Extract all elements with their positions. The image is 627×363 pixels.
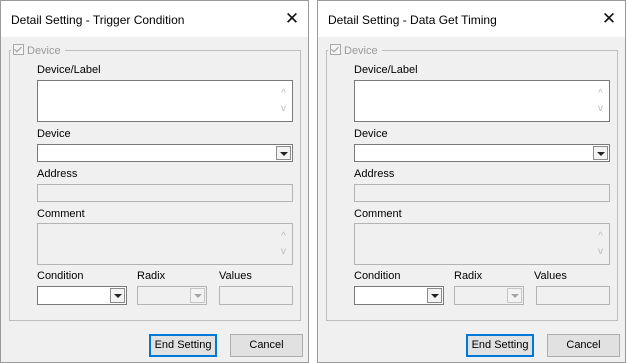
device-label-caption: Device/Label [37, 64, 101, 76]
condition-caption: Condition [37, 270, 84, 282]
device-group-label: Device [344, 45, 378, 57]
radix-caption: Radix [137, 270, 166, 282]
radix-dropdown[interactable] [137, 286, 207, 305]
comment-textarea[interactable]: ^ v [354, 223, 610, 265]
device-label-textarea[interactable]: ^ v [37, 80, 293, 122]
device-group-header: Device [11, 44, 65, 57]
trigger-condition-dialog: Detail Setting - Trigger Condition ✕ Dev… [0, 0, 309, 363]
close-icon[interactable]: ✕ [279, 7, 305, 31]
chevron-up-icon[interactable]: ^ [279, 89, 288, 99]
address-field[interactable] [354, 184, 610, 202]
end-setting-button[interactable]: End Setting [149, 334, 217, 357]
chevron-down-icon[interactable]: v [279, 247, 288, 257]
title-bar: Detail Setting - Data Get Timing ✕ [318, 1, 625, 37]
close-icon[interactable]: ✕ [596, 7, 622, 31]
condition-caption: Condition [354, 270, 401, 282]
values-caption: Values [219, 270, 252, 282]
radix-dropdown[interactable] [454, 286, 524, 305]
chevron-up-icon[interactable]: ^ [279, 232, 288, 242]
address-field[interactable] [37, 184, 293, 202]
dropdown-arrow-icon[interactable] [276, 146, 291, 160]
radix-caption: Radix [454, 270, 483, 282]
values-caption: Values [534, 270, 567, 282]
dialog-title: Detail Setting - Trigger Condition [11, 13, 185, 27]
address-caption: Address [354, 168, 395, 180]
values-field[interactable] [536, 286, 610, 305]
comment-caption: Comment [37, 208, 85, 220]
dialog-title: Detail Setting - Data Get Timing [328, 13, 497, 27]
end-setting-button[interactable]: End Setting [466, 334, 534, 357]
condition-dropdown[interactable] [354, 286, 444, 305]
condition-dropdown[interactable] [37, 286, 127, 305]
chevron-down-icon[interactable]: v [279, 104, 288, 114]
values-field[interactable] [219, 286, 293, 305]
dropdown-arrow-icon[interactable] [190, 288, 205, 303]
dropdown-arrow-icon[interactable] [110, 288, 125, 303]
chevron-down-icon[interactable]: v [596, 104, 605, 114]
chevron-up-icon[interactable]: ^ [596, 232, 605, 242]
checkbox-checked-icon[interactable] [13, 44, 24, 55]
comment-textarea[interactable]: ^ v [37, 223, 293, 265]
checkbox-checked-icon[interactable] [330, 44, 341, 55]
device-dropdown[interactable] [37, 144, 293, 162]
address-caption: Address [37, 168, 78, 180]
dropdown-arrow-icon[interactable] [507, 288, 522, 303]
dropdown-arrow-icon[interactable] [427, 288, 442, 303]
cancel-button[interactable]: Cancel [547, 334, 620, 357]
chevron-down-icon[interactable]: v [596, 247, 605, 257]
vertical-scrollbar[interactable]: ^ v [593, 82, 608, 120]
device-caption: Device [354, 128, 388, 140]
chevron-up-icon[interactable]: ^ [596, 89, 605, 99]
device-dropdown[interactable] [354, 144, 610, 162]
device-group-header: Device [328, 44, 382, 57]
device-caption: Device [37, 128, 71, 140]
device-label-textarea[interactable]: ^ v [354, 80, 610, 122]
vertical-scrollbar[interactable]: ^ v [593, 225, 608, 263]
vertical-scrollbar[interactable]: ^ v [276, 82, 291, 120]
vertical-scrollbar[interactable]: ^ v [276, 225, 291, 263]
device-label-caption: Device/Label [354, 64, 418, 76]
cancel-button[interactable]: Cancel [230, 334, 303, 357]
dropdown-arrow-icon[interactable] [593, 146, 608, 160]
device-group-label: Device [27, 45, 61, 57]
comment-caption: Comment [354, 208, 402, 220]
data-get-timing-dialog: Detail Setting - Data Get Timing ✕ Devic… [317, 0, 626, 363]
title-bar: Detail Setting - Trigger Condition ✕ [1, 1, 308, 37]
